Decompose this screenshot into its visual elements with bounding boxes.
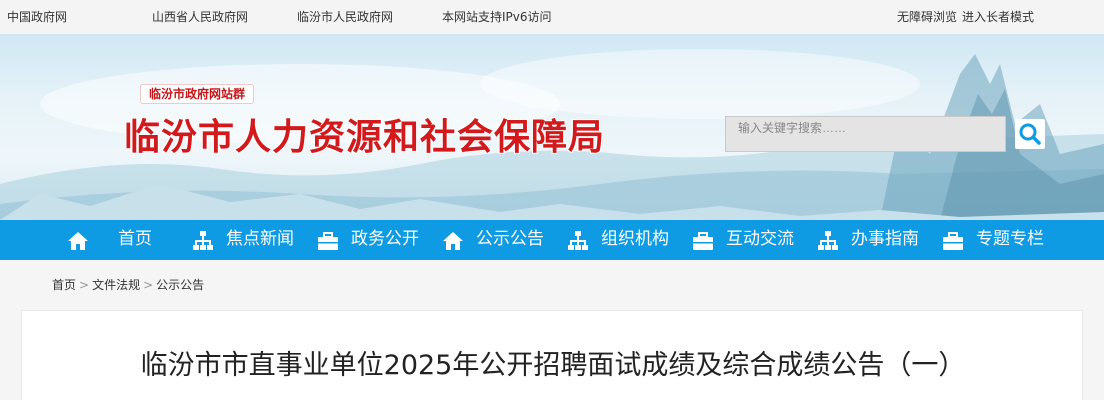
nav-item-announcements[interactable]: 公示公告 (442, 220, 562, 260)
search-icon (1019, 123, 1041, 145)
breadcrumb-regulations[interactable]: 文件法规 (92, 278, 140, 292)
nav-item-service-guide[interactable]: 办事指南 (817, 220, 937, 260)
nav-item-label: 组织机构 (601, 229, 669, 249)
nav-item-home[interactable]: 首页 (67, 220, 177, 260)
link-china-gov[interactable]: 中国政府网 (7, 8, 67, 25)
home-icon (443, 232, 463, 250)
top-utility-bar: 中国政府网 山西省人民政府网 临汾市人民政府网 本网站支持IPv6访问 无障碍浏… (0, 0, 1104, 34)
breadcrumb-separator: > (79, 278, 90, 292)
briefcase-icon (943, 232, 963, 250)
breadcrumb: 首页 > 文件法规 > 公示公告 (52, 276, 204, 293)
article-title: 临汾市市直事业单位2025年公开招聘面试成绩及综合成绩公告（一） (140, 350, 966, 381)
accessibility-link[interactable]: 无障碍浏览 (897, 8, 957, 25)
breadcrumb-separator: > (143, 278, 154, 292)
org-chart-icon (193, 231, 213, 250)
nav-item-focus-news[interactable]: 焦点新闻 (192, 220, 312, 260)
breadcrumb-home[interactable]: 首页 (52, 278, 76, 292)
elder-mode-link[interactable]: 进入长者模式 (962, 8, 1034, 25)
breadcrumb-announcements[interactable]: 公示公告 (156, 278, 204, 292)
nav-item-label: 首页 (118, 229, 152, 249)
site-group-badge[interactable]: 临汾市政府网站群 (140, 84, 255, 104)
search-button[interactable] (1015, 119, 1045, 149)
link-linfen-gov[interactable]: 临汾市人民政府网 (297, 8, 393, 25)
ipv6-notice: 本网站支持IPv6访问 (442, 10, 552, 24)
briefcase-icon (318, 232, 338, 250)
nav-item-label: 政务公开 (351, 229, 419, 249)
nav-item-label: 办事指南 (851, 229, 919, 249)
nav-item-label: 专题专栏 (976, 229, 1044, 249)
home-icon (68, 232, 88, 250)
org-chart-icon (568, 231, 588, 250)
org-chart-icon (818, 231, 838, 250)
nav-item-interaction[interactable]: 互动交流 (692, 220, 812, 260)
search-input[interactable]: 输入关键字搜索…… (725, 116, 1006, 152)
nav-item-label: 焦点新闻 (226, 229, 294, 249)
link-shanxi-gov[interactable]: 山西省人民政府网 (152, 8, 248, 25)
article-panel: 临汾市市直事业单位2025年公开招聘面试成绩及综合成绩公告（一） (21, 310, 1083, 400)
nav-item-label: 公示公告 (476, 229, 544, 249)
main-nav: 首页 焦点新闻 政务公开 公示公告 组织机构 互动交流 办事指南 专题专栏 (0, 220, 1104, 260)
site-title: 临汾市人力资源和社会保障局 (124, 116, 606, 158)
nav-item-gov-affairs[interactable]: 政务公开 (317, 220, 437, 260)
header-banner: 临汾市政府网站群 临汾市人力资源和社会保障局 输入关键字搜索…… (0, 34, 1104, 220)
nav-item-organization[interactable]: 组织机构 (567, 220, 687, 260)
briefcase-icon (693, 232, 713, 250)
nav-item-label: 互动交流 (726, 229, 794, 249)
nav-item-special-topics[interactable]: 专题专栏 (942, 220, 1062, 260)
